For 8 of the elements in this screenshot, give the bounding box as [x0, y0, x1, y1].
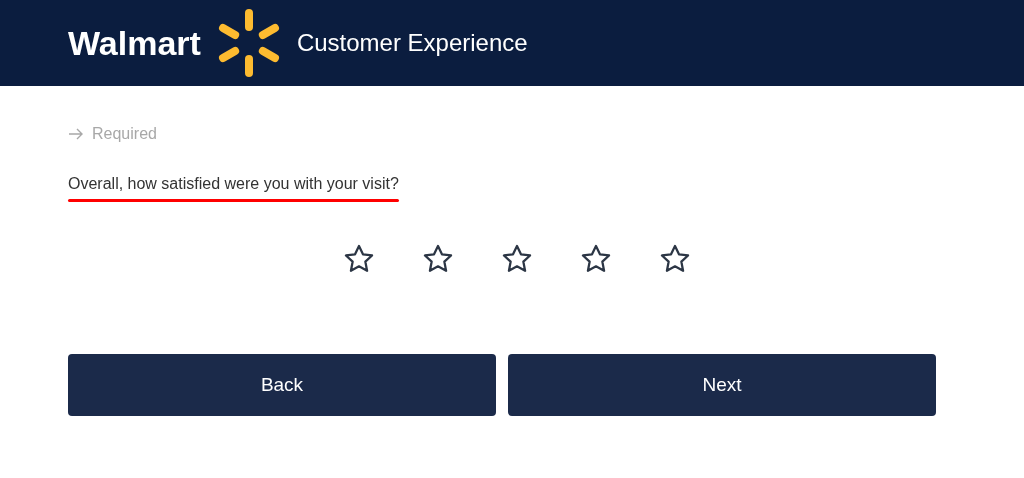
required-note: Required [92, 124, 157, 144]
back-button[interactable]: Back [68, 354, 496, 416]
header-title: Customer Experience [296, 28, 528, 58]
spark-logo-icon [216, 8, 281, 78]
next-button[interactable]: Next [508, 354, 936, 416]
brand-name: Walmart [68, 22, 201, 64]
arrow-icon [68, 128, 84, 140]
question-text: Overall, how satisfied were you with your visit? [68, 174, 399, 194]
